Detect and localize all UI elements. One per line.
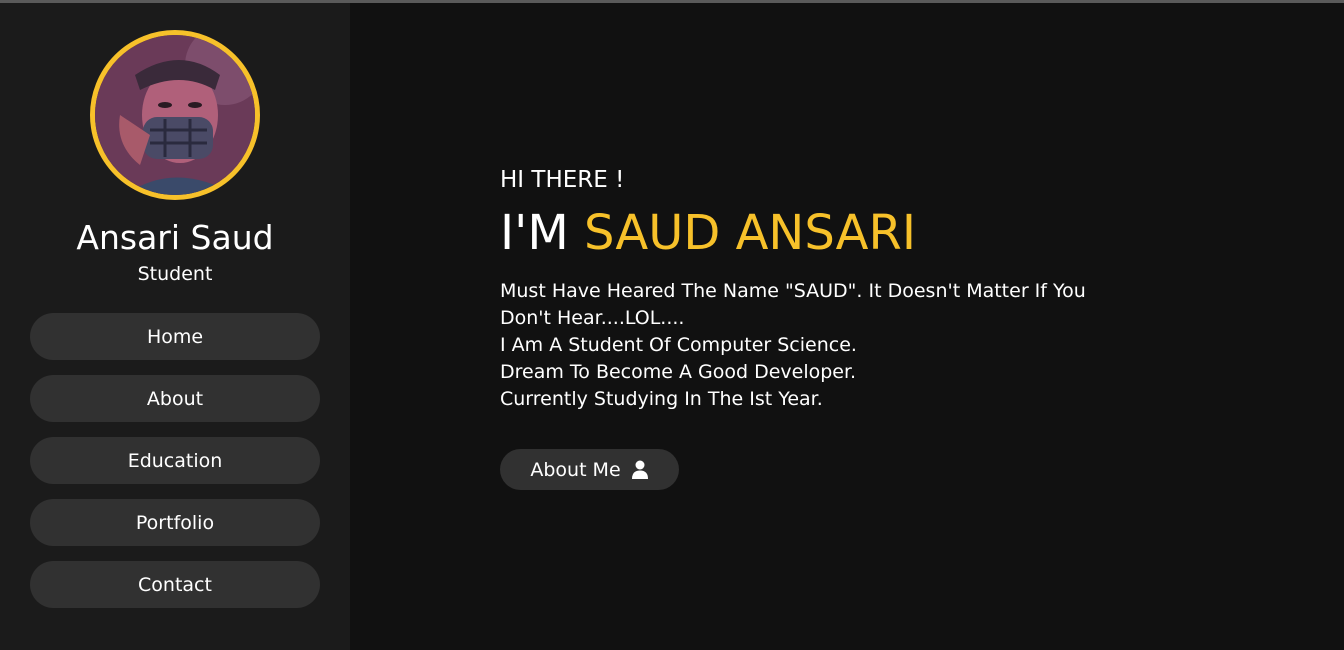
avatar-photo [95,35,255,195]
avatar [90,30,260,200]
hero-headline: I'M SAUD ANSARI [500,201,916,265]
profile-name: Ansari Saud [76,218,274,257]
user-icon [631,460,648,479]
nav-home-button[interactable]: Home [30,313,320,360]
about-me-button[interactable]: About Me [500,449,679,490]
hero-greeting: HI THERE ! [500,167,625,193]
nav-about-button[interactable]: About [30,375,320,422]
sidebar: Ansari Saud Student Home About Education… [0,3,350,650]
hero-prefix: I'M [500,205,569,261]
nav-portfolio-button[interactable]: Portfolio [30,499,320,546]
nav-contact-button[interactable]: Contact [30,561,320,608]
about-me-label: About Me [530,458,621,481]
bio-line: Currently Studying In The Ist Year. [500,388,823,410]
profile-role: Student [137,263,213,285]
hero-name: SAUD ANSARI [584,205,917,261]
bio-line: Dream To Become A Good Developer. [500,361,857,383]
main-content: HI THERE ! I'M SAUD ANSARI Must Have Hea… [350,3,1344,650]
nav-education-button[interactable]: Education [30,437,320,484]
bio-line: I Am A Student Of Computer Science. [500,334,857,356]
hero-bio: Must Have Heared The Name "SAUD". It Doe… [500,278,1140,413]
bio-line: Must Have Heared The Name "SAUD". It Doe… [500,280,1086,329]
